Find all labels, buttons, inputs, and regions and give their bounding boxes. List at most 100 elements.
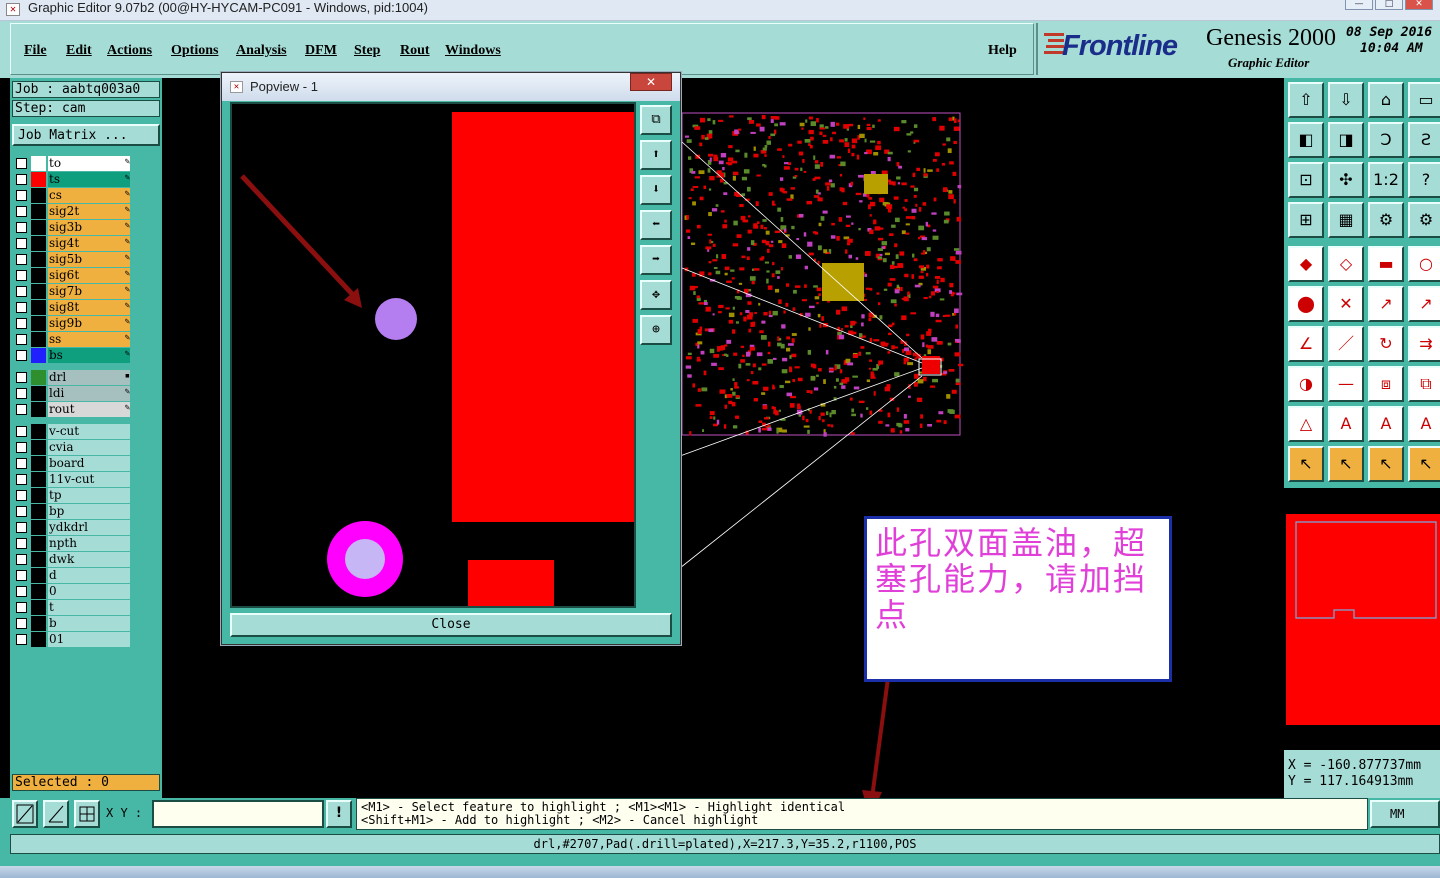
layer-row[interactable]: ts ✎ <box>14 172 132 187</box>
tool-delete-icon[interactable]: ✕ <box>1328 286 1364 322</box>
layer-checkbox[interactable] <box>16 442 27 453</box>
tool-select-d-icon[interactable]: ↖ <box>1408 446 1440 482</box>
menu-options[interactable]: Options <box>171 43 218 59</box>
tool-down-icon[interactable]: ⇩ <box>1328 82 1364 118</box>
layer-row[interactable]: sig4t ✎ <box>14 236 132 251</box>
popview-tool-1[interactable]: ⧉ <box>640 105 672 135</box>
layer-checkbox[interactable] <box>16 404 27 415</box>
menu-dfm[interactable]: DFM <box>305 43 337 59</box>
layer-checkbox[interactable] <box>16 372 27 383</box>
layer-checkbox[interactable] <box>16 206 27 217</box>
layer-row[interactable]: b <box>14 616 132 631</box>
tool-draw-icon[interactable]: ◇ <box>1328 246 1364 282</box>
menu-file[interactable]: File <box>24 43 47 59</box>
tool-select-a-icon[interactable]: ↖ <box>1288 446 1324 482</box>
layer-checkbox[interactable] <box>16 158 27 169</box>
layer-checkbox[interactable] <box>16 618 27 629</box>
layer-checkbox[interactable] <box>16 522 27 533</box>
tool-tri-b-icon[interactable]: A <box>1328 406 1364 442</box>
layer-row[interactable]: board <box>14 456 132 471</box>
layer-checkbox[interactable] <box>16 490 27 501</box>
layer-row[interactable]: ydkdrl <box>14 520 132 535</box>
tool-align-icon[interactable]: ⧈ <box>1368 366 1404 402</box>
tool-right-icon[interactable]: ◨ <box>1328 122 1364 158</box>
layer-row[interactable]: sig7b ✎ <box>14 284 132 299</box>
xy-input[interactable] <box>152 800 324 828</box>
layer-row[interactable]: cvia <box>14 440 132 455</box>
layer-checkbox[interactable] <box>16 602 27 613</box>
menu-help[interactable]: Help <box>988 43 1017 59</box>
layer-checkbox[interactable] <box>16 238 27 249</box>
layer-row[interactable]: sig6t ✎ <box>14 268 132 283</box>
tool-circle-icon[interactable]: ○ <box>1408 246 1440 282</box>
tool-mirror-icon[interactable]: Ↄ <box>1368 122 1404 158</box>
tool-slash-icon[interactable]: ／ <box>1328 326 1364 362</box>
layer-row[interactable]: bs ✎ <box>14 348 132 363</box>
layer-checkbox[interactable] <box>16 586 27 597</box>
layer-checkbox[interactable] <box>16 254 27 265</box>
layer-checkbox[interactable] <box>16 474 27 485</box>
tool-point-icon[interactable]: ◑ <box>1288 366 1324 402</box>
popview-tool-5[interactable]: ➡ <box>640 245 672 275</box>
tool-up-icon[interactable]: ⇧ <box>1288 82 1324 118</box>
popview-tool-7[interactable]: ⊕ <box>640 315 672 345</box>
layer-row[interactable]: sig5b ✎ <box>14 252 132 267</box>
layer-checkbox[interactable] <box>16 426 27 437</box>
layer-checkbox[interactable] <box>16 554 27 565</box>
tool-dash-icon[interactable]: — <box>1328 366 1364 402</box>
layer-row[interactable]: tp <box>14 488 132 503</box>
snap-tool-1[interactable] <box>12 800 38 828</box>
layer-checkbox[interactable] <box>16 174 27 185</box>
popview-tool-2[interactable]: ⬆ <box>640 140 672 170</box>
layer-checkbox[interactable] <box>16 190 27 201</box>
menu-edit[interactable]: Edit <box>66 43 92 59</box>
layer-row[interactable]: bp <box>14 504 132 519</box>
layer-checkbox[interactable] <box>16 570 27 581</box>
tool-select-c-icon[interactable]: ↖ <box>1368 446 1404 482</box>
tool-frame-icon[interactable]: ▭ <box>1408 82 1440 118</box>
layer-row[interactable]: sig9b ✎ <box>14 316 132 331</box>
popview-close-button[interactable]: Close <box>230 613 672 637</box>
tool-measure-icon[interactable]: ⊞ <box>1288 202 1324 238</box>
tool-grid-icon[interactable]: ▦ <box>1328 202 1364 238</box>
tool-line-icon[interactable]: ∠ <box>1288 326 1324 362</box>
menu-rout[interactable]: Rout <box>400 43 430 59</box>
layer-checkbox[interactable] <box>16 458 27 469</box>
tool-rotate-icon[interactable]: Ƨ <box>1408 122 1440 158</box>
tool-ruler-icon[interactable]: ▬ <box>1368 246 1404 282</box>
layer-row[interactable]: sig8t ✎ <box>14 300 132 315</box>
tool-probe-icon[interactable]: ⚙ <box>1368 202 1404 238</box>
minimize-button[interactable]: — <box>1345 0 1373 10</box>
units-selector[interactable]: MM <box>1370 800 1440 828</box>
layer-checkbox[interactable] <box>16 388 27 399</box>
layer-checkbox[interactable] <box>16 634 27 645</box>
layer-checkbox[interactable] <box>16 334 27 345</box>
layer-row[interactable]: dwk <box>14 552 132 567</box>
tool-flip-icon[interactable]: ↗ <box>1408 286 1440 322</box>
layer-row[interactable]: 01 <box>14 632 132 647</box>
layer-row[interactable]: sig3b ✎ <box>14 220 132 235</box>
layer-row[interactable]: v-cut <box>14 424 132 439</box>
tool-left-icon[interactable]: ◧ <box>1288 122 1324 158</box>
tool-move-point-icon[interactable]: ↗ <box>1368 286 1404 322</box>
minimap[interactable] <box>1284 488 1440 750</box>
menu-actions[interactable]: Actions <box>107 43 152 59</box>
tool-arc-icon[interactable]: ↻ <box>1368 326 1404 362</box>
layer-checkbox[interactable] <box>16 270 27 281</box>
menu-step[interactable]: Step <box>354 43 380 59</box>
exclamation-button[interactable]: ! <box>326 800 352 828</box>
tool-pad-icon[interactable]: ◆ <box>1288 246 1324 282</box>
layer-checkbox[interactable] <box>16 350 27 361</box>
popview-tool-6[interactable]: ✥ <box>640 280 672 310</box>
snap-tool-2[interactable] <box>43 800 69 828</box>
tool-tri-a-icon[interactable]: △ <box>1288 406 1324 442</box>
grid-tool[interactable] <box>74 800 100 828</box>
layer-row[interactable]: npth <box>14 536 132 551</box>
layer-row[interactable]: to ✎ <box>14 156 132 171</box>
layer-row[interactable]: cs ✎ <box>14 188 132 203</box>
layer-checkbox[interactable] <box>16 222 27 233</box>
popview-close-x[interactable]: ✕ <box>630 73 672 91</box>
layer-row[interactable]: t <box>14 600 132 615</box>
layer-row[interactable]: rout ✎ <box>14 402 132 417</box>
layer-row[interactable]: 11v-cut <box>14 472 132 487</box>
